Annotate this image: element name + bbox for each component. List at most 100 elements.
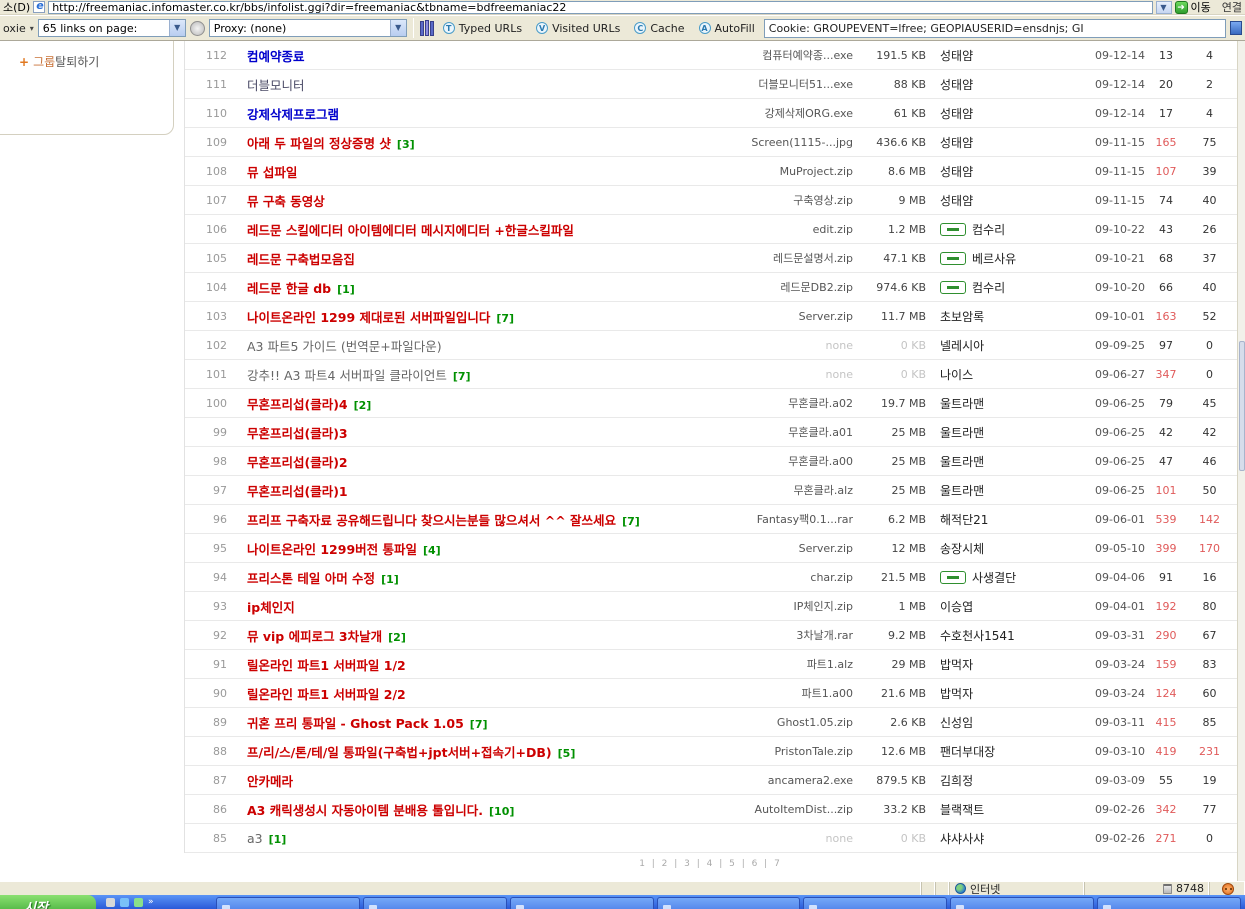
chevron-right-icon[interactable]: » bbox=[148, 897, 154, 907]
attachment-filename[interactable]: none bbox=[703, 339, 853, 352]
attachment-filename[interactable]: Ghost1.05.zip bbox=[703, 716, 853, 729]
author-name[interactable]: 울트라맨 bbox=[940, 424, 984, 441]
start-button[interactable]: 시작 bbox=[0, 895, 96, 909]
post-title-link[interactable]: 무혼프리섭(클라)4 bbox=[247, 397, 348, 412]
post-title-link[interactable]: 강제삭제프로그램 bbox=[247, 107, 339, 122]
taskbar-button[interactable] bbox=[510, 897, 654, 909]
url-input[interactable]: http://freemaniac.infomaster.co.kr/bbs/i… bbox=[48, 1, 1152, 14]
author-name[interactable]: 김희정 bbox=[940, 772, 973, 789]
attachment-filename[interactable]: 구축영상.zip bbox=[703, 192, 853, 208]
post-title-link[interactable]: 아래 두 파일의 정상증명 샷 bbox=[247, 136, 391, 151]
trash-icon[interactable] bbox=[1163, 884, 1172, 894]
url-dropdown-arrow-icon[interactable]: ▼ bbox=[1156, 1, 1172, 14]
cookie-field[interactable]: Cookie: GROUPEVENT=lfree; GEOPIAUSERID=e… bbox=[764, 19, 1226, 38]
attachment-filename[interactable]: edit.zip bbox=[703, 223, 853, 236]
post-title-link[interactable]: 프리프 구축자료 공유해드립니다 찾으시는분들 많으셔서 ^^ 잘쓰세요 bbox=[247, 513, 616, 528]
author-name[interactable]: 베르사유 bbox=[972, 250, 1016, 267]
attachment-filename[interactable]: 3차날개.rar bbox=[703, 627, 853, 643]
attachment-filename[interactable]: 레드문DB2.zip bbox=[703, 279, 853, 295]
sidebar-item-leave-group[interactable]: +그룹탈퇴하기 bbox=[19, 53, 99, 70]
cache-button[interactable]: C Cache bbox=[629, 20, 689, 37]
author-name[interactable]: 컴수리 bbox=[972, 279, 1005, 296]
author-name[interactable]: 샤샤사샤 bbox=[940, 830, 984, 847]
post-title-link[interactable]: 더블모니터 bbox=[247, 78, 305, 93]
author-name[interactable]: 성태얌 bbox=[940, 192, 973, 209]
attachment-filename[interactable]: 무혼클라.a01 bbox=[703, 424, 853, 440]
post-title-link[interactable]: 레드문 한글 db bbox=[247, 281, 331, 296]
attachment-filename[interactable]: 더블모니터51...exe bbox=[703, 76, 853, 92]
author-name[interactable]: 밥먹자 bbox=[940, 656, 973, 673]
typed-urls-button[interactable]: T Typed URLs bbox=[438, 20, 527, 37]
author-name[interactable]: 넬레시아 bbox=[940, 337, 984, 354]
attachment-filename[interactable]: MuProject.zip bbox=[703, 165, 853, 178]
post-title-link[interactable]: 무혼프리섭(클라)3 bbox=[247, 426, 348, 441]
author-name[interactable]: 송장시체 bbox=[940, 540, 984, 557]
links-on-page-combo[interactable]: 65 links on page: ▼ bbox=[38, 19, 186, 37]
author-name[interactable]: 밥먹자 bbox=[940, 685, 973, 702]
quick-launch-icon[interactable] bbox=[106, 898, 115, 907]
author-name[interactable]: 신성임 bbox=[940, 714, 973, 731]
taskbar-button[interactable] bbox=[216, 897, 360, 909]
visited-urls-button[interactable]: V Visited URLs bbox=[531, 20, 625, 37]
post-title-link[interactable]: 레드문 구축법모음집 bbox=[247, 252, 355, 267]
chevron-down-icon[interactable]: ▼ bbox=[169, 20, 185, 36]
go-arrow-icon[interactable]: ➜ bbox=[1175, 1, 1188, 14]
history-icon[interactable] bbox=[190, 21, 205, 36]
post-title-link[interactable]: 나이트온라인 1299 제대로된 서버파일입니다 bbox=[247, 310, 490, 325]
attachment-filename[interactable]: 컴퓨터예약종...exe bbox=[703, 47, 853, 63]
taskbar-button[interactable] bbox=[363, 897, 507, 909]
author-name[interactable]: 초보암록 bbox=[940, 308, 984, 325]
attachment-filename[interactable]: 무혼클라.alz bbox=[703, 482, 853, 498]
attachment-filename[interactable]: IP체인지.zip bbox=[703, 598, 853, 614]
post-title-link[interactable]: 강추!! A3 파트4 서버파일 클라이언트 bbox=[247, 368, 447, 383]
author-name[interactable]: 수호천사1541 bbox=[940, 627, 1015, 644]
attachment-filename[interactable]: AutoItemDist...zip bbox=[703, 803, 853, 816]
scrollbar-thumb[interactable] bbox=[1239, 341, 1245, 471]
post-title-link[interactable]: 뮤 vip 에피로그 3차날개 bbox=[247, 629, 382, 644]
quick-launch-icon[interactable] bbox=[134, 898, 143, 907]
author-name[interactable]: 컴수리 bbox=[972, 221, 1005, 238]
post-title-link[interactable]: 안카메라 bbox=[247, 774, 293, 789]
taskbar-button[interactable] bbox=[950, 897, 1094, 909]
pagination[interactable]: 1 | 2 | 3 | 4 | 5 | 6 | 7 bbox=[184, 856, 1237, 878]
post-title-link[interactable]: ip체인지 bbox=[247, 600, 295, 615]
post-title-link[interactable]: A3 캐릭생성시 자동아이템 분배용 툴입니다. bbox=[247, 803, 483, 818]
author-name[interactable]: 성태얌 bbox=[940, 76, 973, 93]
author-name[interactable]: 이승엽 bbox=[940, 598, 973, 615]
attachment-filename[interactable]: 무혼클라.a02 bbox=[703, 395, 853, 411]
links-menu[interactable]: 연결 bbox=[1214, 0, 1243, 15]
attachment-filename[interactable]: 강제삭제ORG.exe bbox=[703, 105, 853, 121]
attachment-filename[interactable]: 파트1.alz bbox=[703, 656, 853, 672]
taskbar-button[interactable] bbox=[1097, 897, 1241, 909]
book-icon[interactable] bbox=[420, 20, 434, 36]
monkey-icon[interactable] bbox=[1222, 883, 1234, 895]
post-title-link[interactable]: 릴온라인 파트1 서버파일 1/2 bbox=[247, 658, 406, 673]
attachment-filename[interactable]: 파트1.a00 bbox=[703, 685, 853, 701]
author-name[interactable]: 성태얌 bbox=[940, 163, 973, 180]
author-name[interactable]: 울트라맨 bbox=[940, 395, 984, 412]
post-title-link[interactable]: 무혼프리섭(클라)1 bbox=[247, 484, 348, 499]
attachment-filename[interactable]: char.zip bbox=[703, 571, 853, 584]
internet-explorer-icon[interactable] bbox=[120, 898, 129, 907]
post-title-link[interactable]: 귀혼 프리 통파일 - Ghost Pack 1.05 bbox=[247, 716, 464, 731]
autofill-button[interactable]: A AutoFill bbox=[694, 20, 760, 37]
post-title-link[interactable]: 뮤 섭파일 bbox=[247, 165, 297, 180]
post-title-link[interactable]: 프/리/스/톤/테/일 통파일(구축법+jpt서버+접속기+DB) bbox=[247, 745, 552, 760]
author-name[interactable]: 사생결단 bbox=[972, 569, 1016, 586]
author-name[interactable]: 성태얌 bbox=[940, 105, 973, 122]
author-name[interactable]: 성태얌 bbox=[940, 134, 973, 151]
clipped-toolbar-icon[interactable] bbox=[1230, 21, 1242, 35]
post-title-link[interactable]: 나이트온라인 1299버전 통파일 bbox=[247, 542, 417, 557]
taskbar-button[interactable] bbox=[657, 897, 801, 909]
go-button[interactable]: 이동 bbox=[1191, 0, 1211, 15]
post-title-link[interactable]: a3 bbox=[247, 831, 263, 846]
post-title-link[interactable]: 무혼프리섭(클라)2 bbox=[247, 455, 348, 470]
attachment-filename[interactable]: Fantasy팩0.1...rar bbox=[703, 511, 853, 527]
author-name[interactable]: 팬더부대장 bbox=[940, 743, 995, 760]
attachment-filename[interactable]: 무혼클라.a00 bbox=[703, 453, 853, 469]
author-name[interactable]: 울트라맨 bbox=[940, 453, 984, 470]
attachment-filename[interactable]: Server.zip bbox=[703, 310, 853, 323]
post-title-link[interactable]: 릴온라인 파트1 서버파일 2/2 bbox=[247, 687, 406, 702]
post-title-link[interactable]: 프리스톤 테일 아머 수정 bbox=[247, 571, 375, 586]
attachment-filename[interactable]: PristonTale.zip bbox=[703, 745, 853, 758]
